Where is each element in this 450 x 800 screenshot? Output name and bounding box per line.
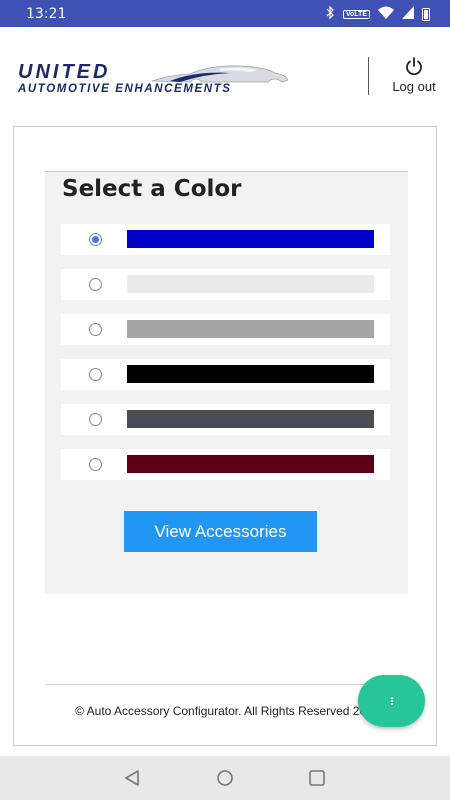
recents-icon[interactable] bbox=[307, 768, 327, 788]
signal-icon bbox=[402, 6, 414, 22]
color-radio[interactable] bbox=[89, 233, 102, 246]
logout-label: Log out bbox=[392, 79, 436, 94]
footer-copyright: © Auto Accessory Configurator. All Right… bbox=[75, 704, 383, 718]
bluetooth-icon bbox=[326, 5, 335, 22]
united-logo[interactable]: UNITED AUTOMOTIVE ENHANCEMENTS bbox=[18, 61, 293, 101]
system-nav-bar bbox=[0, 756, 450, 800]
app-header: UNITED AUTOMOTIVE ENHANCEMENTS Log out bbox=[0, 27, 450, 122]
header-divider bbox=[368, 57, 369, 95]
color-option[interactable] bbox=[61, 449, 390, 480]
view-accessories-button[interactable]: View Accessories bbox=[124, 511, 317, 552]
car-silhouette-icon bbox=[151, 65, 289, 83]
logo-tagline: AUTOMOTIVE ENHANCEMENTS bbox=[18, 83, 232, 95]
color-swatch[interactable] bbox=[127, 320, 374, 338]
color-swatch[interactable] bbox=[127, 365, 374, 383]
back-icon[interactable] bbox=[123, 768, 143, 788]
logout-button[interactable]: Log out bbox=[384, 57, 444, 99]
color-radio[interactable] bbox=[89, 278, 102, 291]
volte-badge: VoLTE bbox=[342, 9, 370, 19]
color-radio[interactable] bbox=[89, 458, 102, 471]
wifi-icon bbox=[378, 6, 394, 22]
color-radio[interactable] bbox=[89, 368, 102, 381]
color-option[interactable] bbox=[61, 359, 390, 390]
color-radio[interactable] bbox=[89, 413, 102, 426]
footer-divider bbox=[45, 684, 408, 685]
logo-wordmark: UNITED bbox=[18, 61, 111, 83]
color-swatch[interactable] bbox=[127, 230, 374, 248]
status-icons: VoLTE bbox=[326, 5, 430, 22]
status-time: 13:21 bbox=[26, 6, 67, 22]
status-bar: 13:21 VoLTE bbox=[0, 0, 450, 27]
page-title: Select a Color bbox=[62, 176, 242, 202]
floating-action-button[interactable] bbox=[358, 675, 425, 727]
color-swatch[interactable] bbox=[127, 455, 374, 473]
color-option[interactable] bbox=[61, 404, 390, 435]
color-option[interactable] bbox=[61, 224, 390, 255]
color-option[interactable] bbox=[61, 314, 390, 345]
home-icon[interactable] bbox=[215, 768, 235, 788]
battery-icon bbox=[422, 7, 430, 21]
color-selection-panel: Select a Color View Accessories bbox=[45, 171, 408, 594]
power-icon bbox=[406, 57, 422, 76]
color-swatch[interactable] bbox=[127, 275, 374, 293]
color-radio[interactable] bbox=[89, 323, 102, 336]
color-swatch[interactable] bbox=[127, 410, 374, 428]
more-vert-icon bbox=[390, 697, 393, 705]
content-card: Select a Color View Accessories © Auto A… bbox=[13, 126, 437, 746]
color-option[interactable] bbox=[61, 269, 390, 300]
